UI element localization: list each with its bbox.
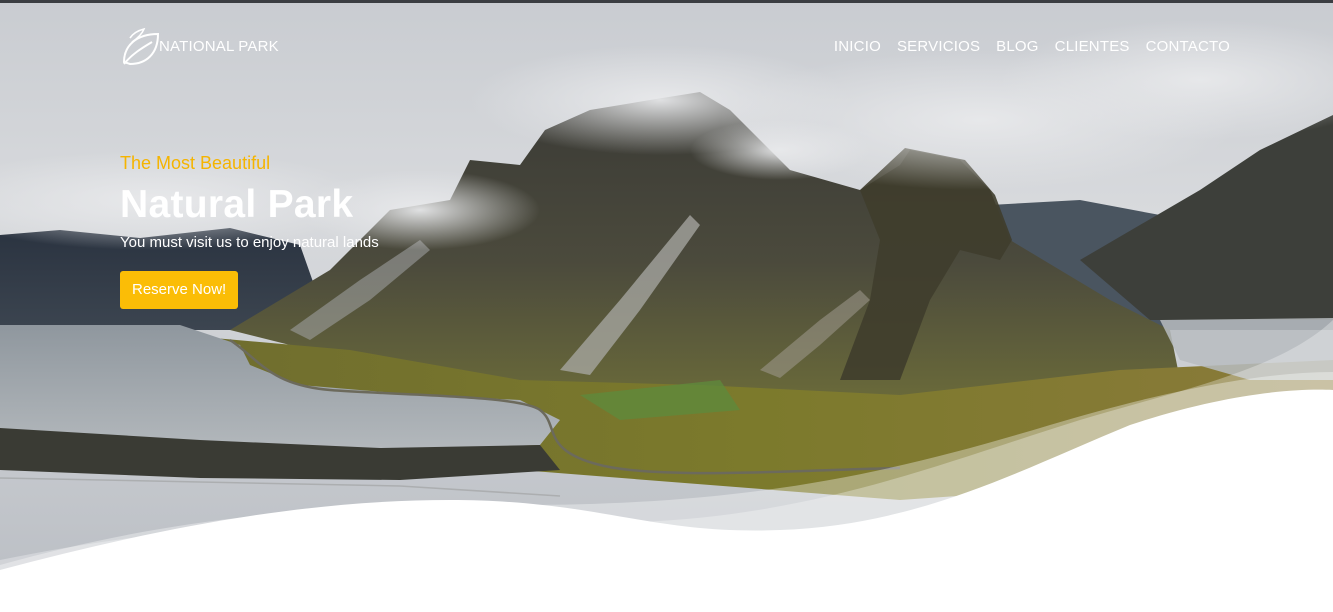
nav-item-servicios[interactable]: SERVICIOS [897, 38, 980, 55]
reserve-now-button[interactable]: Reserve Now! [120, 271, 239, 309]
main-menu: INICIO SERVICIOS BLOG CLIENTES CONTACTO [834, 38, 1230, 55]
leaf-icon [122, 27, 160, 66]
nav-item-contacto[interactable]: CONTACTO [1146, 38, 1230, 55]
top-border [0, 0, 1333, 3]
top-navigation: NATIONAL PARK INICIO SERVICIOS BLOG CLIE… [120, 26, 1230, 68]
brand-logo[interactable]: NATIONAL PARK [120, 26, 279, 68]
hero-kicker: The Most Beautiful [120, 153, 271, 173]
hero-title: Natural Park [120, 183, 354, 226]
nav-item-clientes[interactable]: CLIENTES [1055, 38, 1130, 55]
nav-item-blog[interactable]: BLOG [996, 38, 1038, 55]
brand-name: NATIONAL PARK [159, 37, 279, 55]
nav-item-inicio[interactable]: INICIO [834, 38, 881, 55]
hero-subtitle: You must visit us to enjoy natural lands [120, 234, 379, 251]
hero-content: The Most Beautiful Natural Park You must… [120, 151, 379, 309]
